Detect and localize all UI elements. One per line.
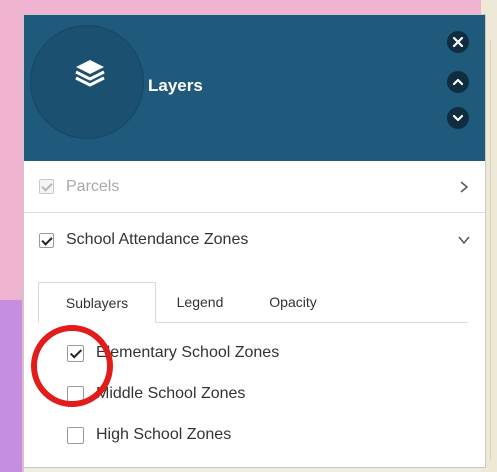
layers-panel: Layers Parcels School Attendance Zones S… [23,14,486,468]
sublayer-label-high: High School Zones [96,426,232,443]
sublayer-tabs: Sublayers Legend Opacity [38,282,468,323]
tab-sublayers[interactable]: Sublayers [38,282,156,323]
chevron-down-icon [452,114,464,122]
map-road-line [490,40,491,460]
collapse-down-button[interactable] [447,107,469,129]
chevron-up-icon [452,78,464,86]
school-attendance-checkbox[interactable] [39,232,54,248]
layer-label-parcels: Parcels [66,177,120,195]
layers-panel-header: Layers [24,15,485,161]
sublayer-label-middle: Middle School Zones [96,385,246,402]
sublayer-label-elementary: Elementary School Zones [96,344,280,361]
layer-label-school-attendance: School Attendance Zones [66,231,249,248]
layer-row-school-attendance[interactable]: School Attendance Zones [24,214,485,266]
collapse-up-button[interactable] [447,71,469,93]
map-zone-purple [0,300,22,472]
panel-title: Layers [148,76,203,95]
sublayer-item-high[interactable]: High School Zones [67,420,231,450]
high-checkbox[interactable] [67,426,84,444]
sublayer-item-middle[interactable]: Middle School Zones [67,379,245,409]
layers-icon [75,60,105,87]
tab-opacity[interactable]: Opacity [258,282,328,322]
close-button[interactable] [447,31,469,53]
chevron-down-icon[interactable] [457,233,471,247]
close-icon [452,36,464,48]
chevron-right-icon[interactable] [457,180,471,194]
parcels-checkbox[interactable] [39,179,54,194]
layer-row-parcels[interactable]: Parcels [24,161,485,213]
sublayer-item-elementary[interactable]: Elementary School Zones [67,338,279,368]
middle-checkbox[interactable] [67,385,84,403]
tab-legend[interactable]: Legend [168,282,232,322]
elementary-checkbox[interactable] [67,344,84,362]
